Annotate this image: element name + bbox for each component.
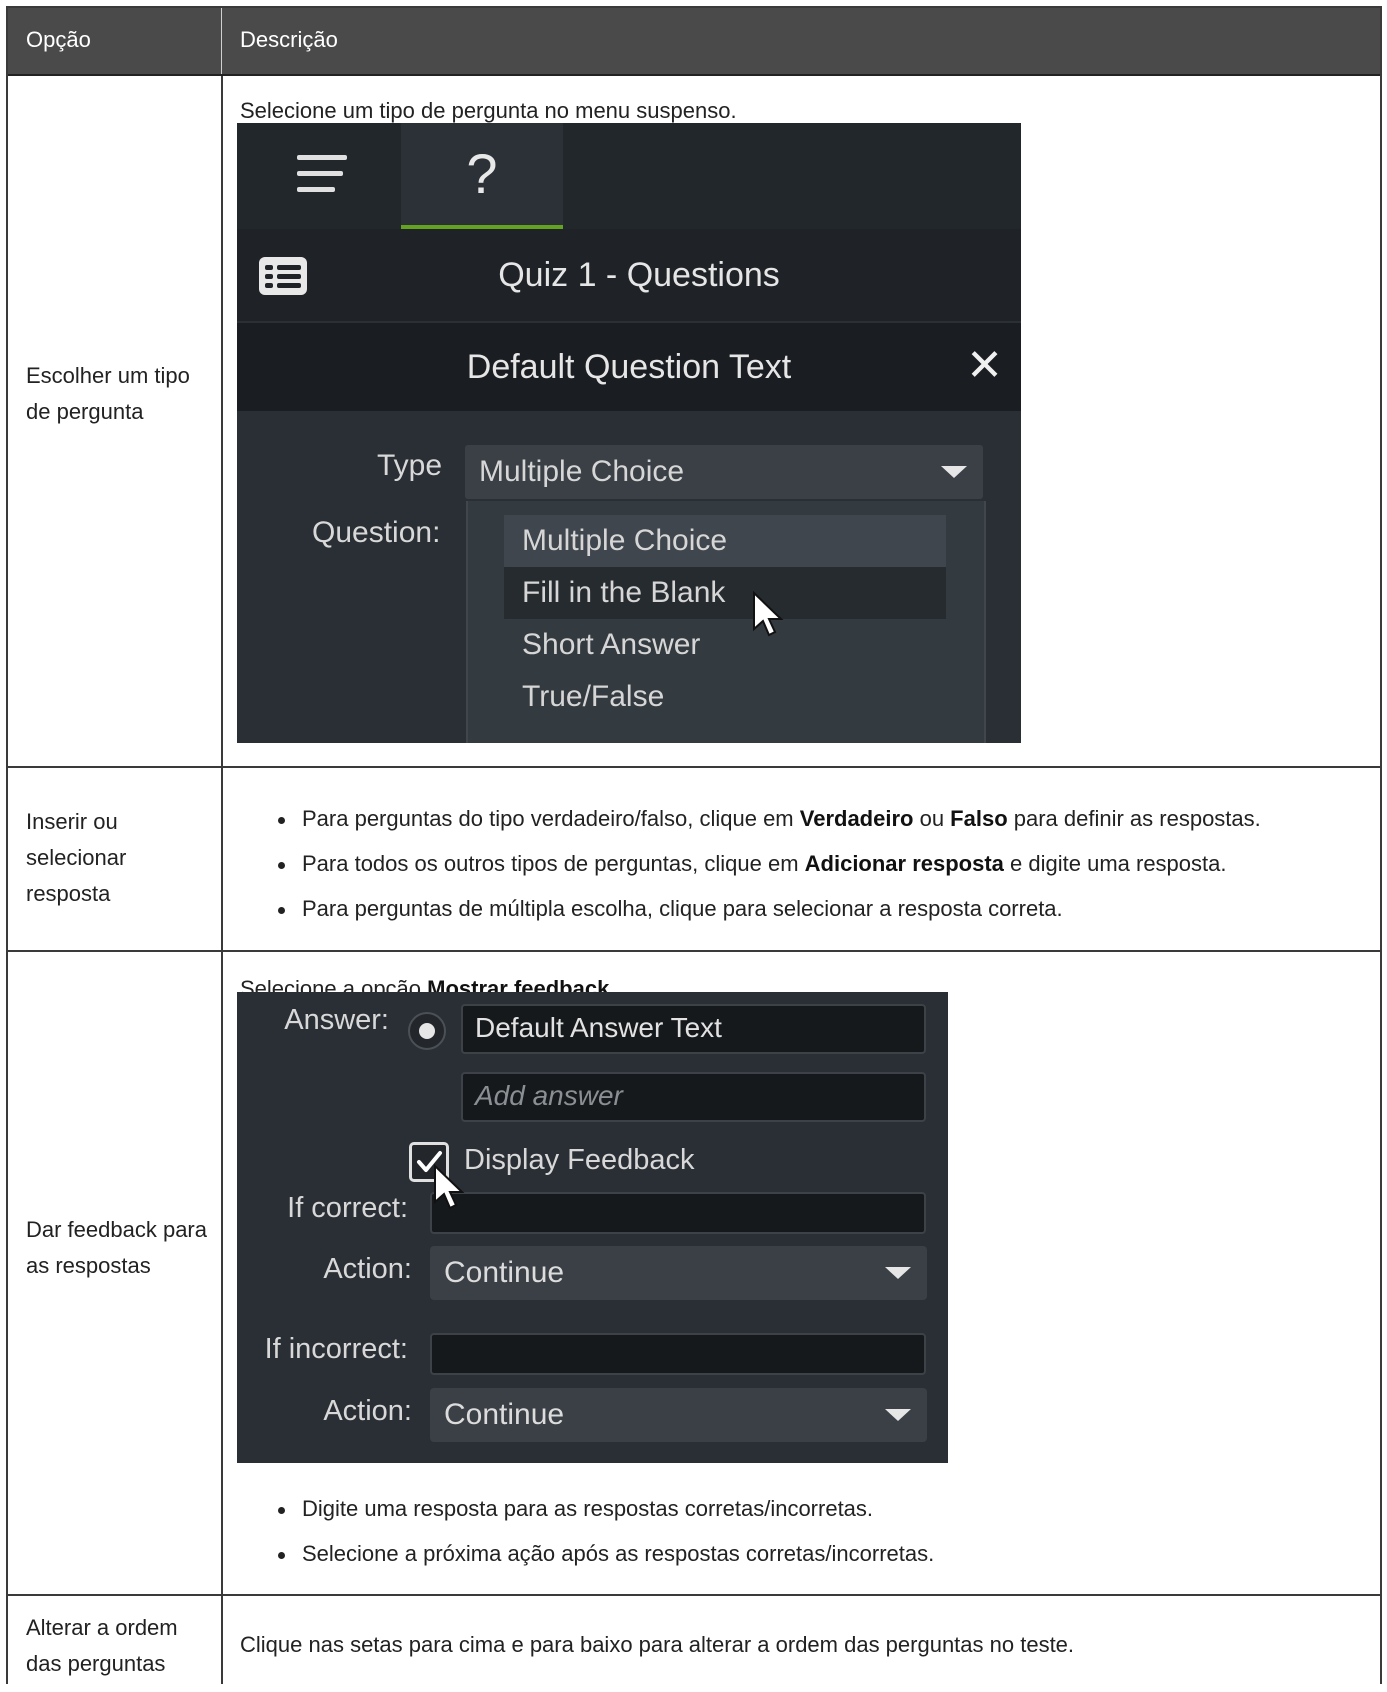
row-option-label: Escolher um tipo de pergunta [26, 363, 190, 424]
action-label: Action: [323, 1253, 412, 1285]
incorrect-action-value: Continue [444, 1398, 565, 1431]
list-item: Para todos os outros tipos de perguntas,… [240, 849, 1360, 879]
table-row: Inserir ou selecionar resposta Para perg… [8, 768, 1380, 952]
header-divider [221, 8, 222, 74]
quiz-title: Quiz 1 - Questions [498, 256, 780, 294]
row-option-label: Alterar a ordem das perguntas [26, 1615, 178, 1676]
action-label: Action: [323, 1395, 412, 1427]
dropdown-option-short-answer[interactable]: Short Answer [504, 619, 946, 671]
chevron-down-icon [885, 1409, 911, 1421]
question-type-dropdown: Multiple Choice Fill in the Blank Short … [466, 501, 986, 743]
mouse-cursor-icon [753, 591, 784, 637]
tab-quiz[interactable]: ? [401, 123, 563, 229]
row-description: Para perguntas do tipo verdadeiro/falso,… [240, 804, 1360, 939]
if-incorrect-input[interactable] [430, 1333, 926, 1375]
answer-input[interactable]: Default Answer Text [461, 1004, 926, 1054]
mouse-cursor-icon [434, 1164, 465, 1210]
list-item: Digite uma resposta para as respostas co… [240, 1494, 1360, 1524]
table-header: Opção Descrição [8, 8, 1380, 76]
dropdown-option-true-false[interactable]: True/False [504, 671, 946, 723]
row-bullets: Digite uma resposta para as respostas co… [240, 1494, 1360, 1584]
header-description: Descrição [240, 27, 338, 52]
menu-icon [297, 155, 347, 195]
table-row: Alterar a ordem das perguntas Clique nas… [8, 1596, 1380, 1692]
incorrect-action-select[interactable]: Continue [430, 1388, 927, 1442]
question-type-value: Multiple Choice [479, 455, 685, 488]
list-item: Selecione a próxima ação após as respost… [240, 1539, 1360, 1569]
list-item: Para perguntas de múltipla escolha, cliq… [240, 894, 1360, 924]
dropdown-option-fill-in-the-blank[interactable]: Fill in the Blank [504, 567, 946, 619]
close-icon[interactable]: ✕ [966, 341, 1003, 391]
row-option-label: Dar feedback para as respostas [26, 1217, 207, 1278]
row-intro-text: Selecione um tipo de pergunta no menu su… [240, 98, 737, 123]
if-correct-label: If correct: [287, 1192, 408, 1224]
add-answer-input[interactable]: Add answer [461, 1072, 926, 1122]
row-description: Clique nas setas para cima e para baixo … [240, 1632, 1075, 1657]
correct-action-select[interactable]: Continue [430, 1246, 927, 1300]
chevron-down-icon [941, 466, 967, 478]
question-header: Default Question Text ✕ [237, 323, 1021, 411]
answer-feedback-panel-screenshot: Answer: Default Answer Text Add answer D… [237, 992, 948, 1463]
quiz-question-panel-screenshot: ? Quiz 1 - Questions Default Question Te… [237, 123, 1021, 743]
if-incorrect-label: If incorrect: [264, 1333, 408, 1365]
panel-tab-bar: ? [237, 123, 1021, 229]
question-type-select[interactable]: Multiple Choice [465, 445, 983, 499]
dropdown-option-multiple-choice[interactable]: Multiple Choice [504, 515, 946, 567]
display-feedback-label[interactable]: Display Feedback [464, 1144, 695, 1177]
correct-action-value: Continue [444, 1256, 565, 1289]
type-label: Type [377, 449, 443, 482]
answer-label: Answer: [284, 1004, 389, 1036]
list-item: Para perguntas do tipo verdadeiro/falso,… [240, 804, 1360, 834]
quiz-title-bar: Quiz 1 - Questions [237, 229, 1021, 323]
if-correct-input[interactable] [430, 1192, 926, 1234]
tab-properties[interactable] [237, 123, 400, 229]
answer-radio-button[interactable] [408, 1012, 446, 1050]
question-title: Default Question Text [466, 348, 792, 386]
chevron-down-icon [885, 1267, 911, 1279]
header-option: Opção [26, 27, 91, 52]
question-mark-icon: ? [466, 142, 498, 205]
question-label: Question: [312, 516, 441, 549]
